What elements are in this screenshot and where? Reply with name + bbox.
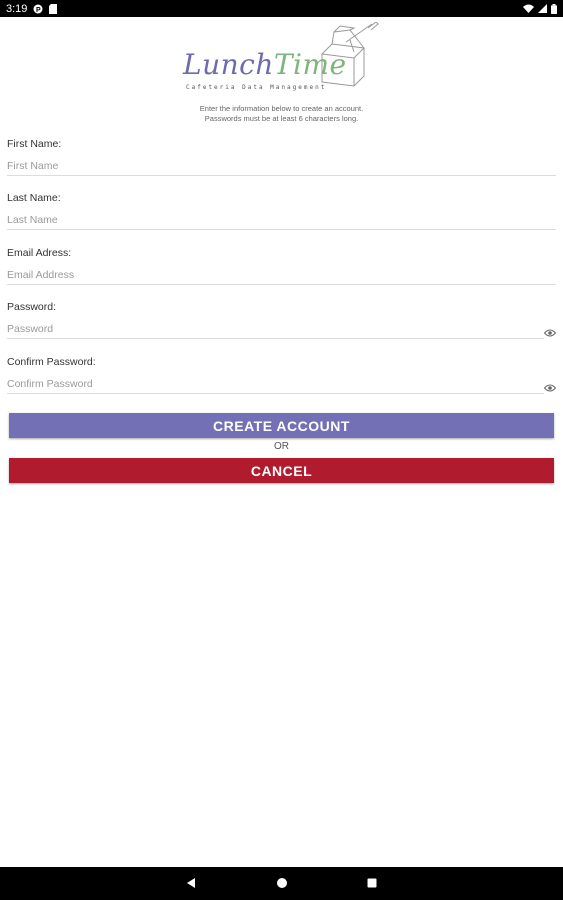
intro-line-2: Passwords must be at least 6 characters … <box>204 114 359 123</box>
intro-text: Enter the information below to create an… <box>0 104 563 124</box>
cancel-button[interactable]: CANCEL <box>9 458 554 483</box>
app-logo: LunchTime Cafeteria Data Management <box>180 22 385 94</box>
notification-app-icon: P <box>33 4 43 14</box>
confirm-password-label: Confirm Password: <box>7 356 96 368</box>
status-bar: 3:19 P <box>0 0 563 17</box>
lunch-box-icon <box>321 22 379 87</box>
email-field: Email Adress: <box>7 246 556 285</box>
password-input[interactable] <box>7 320 544 339</box>
home-icon[interactable] <box>274 875 290 891</box>
logo-word-lunch: Lunch <box>183 48 274 81</box>
password-label: Password: <box>7 301 57 313</box>
email-label: Email Adress: <box>7 247 72 259</box>
wifi-icon <box>523 4 534 13</box>
last-name-field: Last Name: <box>7 191 556 230</box>
eye-icon[interactable] <box>543 324 557 342</box>
svg-text:P: P <box>36 7 41 14</box>
confirm-password-field: Confirm Password: <box>7 355 557 397</box>
recents-icon[interactable] <box>364 875 380 891</box>
status-time: 3:19 <box>6 2 28 15</box>
battery-icon <box>551 3 557 14</box>
logo-tagline: Cafeteria Data Management <box>186 84 327 91</box>
confirm-password-input[interactable] <box>7 375 544 394</box>
back-icon[interactable] <box>183 875 199 891</box>
first-name-label: First Name: <box>7 138 62 150</box>
status-left: 3:19 P <box>6 2 58 15</box>
intro-line-1: Enter the information below to create an… <box>199 104 364 113</box>
first-name-field: First Name: <box>7 137 556 176</box>
last-name-input[interactable] <box>7 211 556 230</box>
last-name-label: Last Name: <box>7 192 61 204</box>
create-account-button[interactable]: CREATE ACCOUNT <box>9 413 554 438</box>
first-name-input[interactable] <box>7 157 556 176</box>
signal-icon <box>538 4 547 13</box>
or-separator: OR <box>274 441 289 452</box>
eye-icon[interactable] <box>543 379 557 397</box>
sd-card-icon <box>49 3 58 14</box>
navigation-bar <box>0 867 563 900</box>
status-right <box>523 3 557 14</box>
email-input[interactable] <box>7 266 556 285</box>
password-field: Password: <box>7 300 557 342</box>
